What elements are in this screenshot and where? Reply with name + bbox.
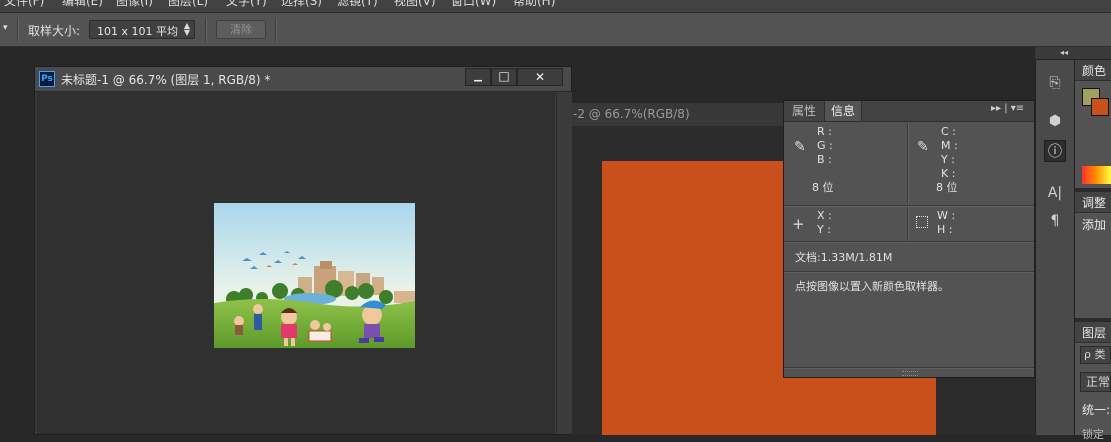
document-1-title: 未标题-1 @ 66.7% (图层 1, RGB/8) * <box>61 73 271 87</box>
blend-mode-select[interactable]: 正常 <box>1080 372 1111 392</box>
info-divider <box>784 367 1034 369</box>
unify-label: 统一: <box>1082 403 1111 417</box>
document-2-title: -2 @ 66.7%(RGB/8) <box>573 107 690 121</box>
info-divider <box>907 207 909 241</box>
options-separator <box>17 18 19 42</box>
rgb-depth-label: 8 位 <box>812 181 834 194</box>
rgb-r-label: R : <box>817 125 832 138</box>
photoshop-icon: Ps <box>39 71 55 87</box>
sample-size-value: 101 x 101 平均 <box>97 25 178 38</box>
panel-icon-strip: ⎘ ⬢ ⓘ A| ¶ <box>1035 60 1075 435</box>
info-icon[interactable]: ⓘ <box>1044 140 1066 162</box>
cmyk-y-label: Y : <box>941 153 955 166</box>
menu-select[interactable]: 选择(S) <box>281 0 322 9</box>
tab-properties[interactable]: 属性 <box>784 101 824 121</box>
layers-panel-title[interactable]: 图层 <box>1082 324 1106 341</box>
panel-menu-button[interactable]: ▸▸ | ▾≡ <box>991 103 1024 114</box>
character-icon[interactable]: A| <box>1044 182 1066 204</box>
adjustments-panel-title[interactable]: 调整 <box>1082 194 1106 211</box>
y-label: Y : <box>817 223 831 236</box>
document-1-titlebar[interactable]: Ps 未标题-1 @ 66.7% (图层 1, RGB/8) * ▁ □ ✕ <box>35 67 571 92</box>
menu-edit[interactable]: 编辑(E) <box>62 0 103 9</box>
eyedropper-icon: ✎ <box>794 139 806 155</box>
right-panels: 颜色 调整 添加 图层 ρ 类 正常 统一: 锁定 <box>1075 60 1111 441</box>
lock-label: 锁定 <box>1082 428 1104 441</box>
adjustments-add-label: 添加 <box>1082 218 1107 232</box>
options-separator <box>205 18 207 42</box>
crosshair-icon: + <box>792 215 805 233</box>
eyedropper-icon: ✎ <box>917 139 929 155</box>
cmyk-k-label: K : <box>941 167 956 180</box>
menu-bar: 文件(F) 编辑(E) 图像(I) 图层(L) 文字(Y) 选择(S) 滤镜(T… <box>0 0 1111 13</box>
paragraph-icon[interactable]: ¶ <box>1044 210 1066 232</box>
tab-info[interactable]: 信息 <box>824 101 862 121</box>
3d-icon[interactable]: ⬢ <box>1044 110 1066 132</box>
rgb-g-label: G : <box>817 139 833 152</box>
dock-collapse-button[interactable]: ◂◂ <box>1035 47 1111 60</box>
menu-file[interactable]: 文件(F) <box>4 0 44 9</box>
menu-image[interactable]: 图像(I) <box>116 0 153 9</box>
info-divider <box>784 205 1034 207</box>
cmyk-depth-label: 8 位 <box>936 181 958 194</box>
rgb-b-label: B : <box>817 153 832 166</box>
menu-layer[interactable]: 图层(L) <box>168 0 208 9</box>
menu-type[interactable]: 文字(Y) <box>226 0 267 9</box>
cmyk-m-label: M : <box>941 139 958 152</box>
maximize-button[interactable]: □ <box>491 68 517 86</box>
info-panel-tabs: 属性 信息 ▸▸ | ▾≡ <box>784 101 1034 122</box>
document-size: 文档:1.33M/1.81M <box>795 251 893 264</box>
w-label: W : <box>937 209 956 222</box>
sample-size-label: 取样大小: <box>28 24 81 38</box>
info-divider <box>907 123 909 203</box>
select-arrows-icon: ▲ ▼ <box>183 21 190 37</box>
sample-size-select[interactable]: 101 x 101 平均 ▲ ▼ <box>89 20 195 39</box>
background-color-swatch[interactable] <box>1091 98 1109 116</box>
info-hint: 点按图像以置入新颜色取样器。 <box>795 280 949 293</box>
info-panel[interactable]: 属性 信息 ▸▸ | ▾≡ ✎ R : G : B : 8 位 ✎ C : M … <box>783 100 1035 378</box>
clear-button[interactable]: 清除 <box>216 20 266 39</box>
menu-view[interactable]: 视图(V) <box>394 0 436 9</box>
x-label: X : <box>817 209 832 222</box>
adjustments-panel-header: 调整 <box>1075 192 1111 213</box>
info-divider <box>784 241 1034 243</box>
color-panel-title[interactable]: 颜色 <box>1082 62 1106 79</box>
layers-panel-header: 图层 <box>1075 322 1111 343</box>
vertical-scrollbar[interactable] <box>556 92 572 434</box>
color-ramp[interactable] <box>1082 166 1111 184</box>
canvas-illustration[interactable] <box>214 203 415 348</box>
history-icon[interactable]: ⎘ <box>1044 72 1066 94</box>
cmyk-c-label: C : <box>941 125 956 138</box>
selection-size-icon <box>916 216 928 228</box>
options-separator <box>275 18 277 42</box>
info-divider <box>784 271 1034 273</box>
close-button[interactable]: ✕ <box>517 68 563 86</box>
menu-filter[interactable]: 滤镜(T) <box>337 0 378 9</box>
minimize-button[interactable]: ▁ <box>465 68 491 86</box>
h-label: H : <box>937 223 953 236</box>
options-bar: ▾ 取样大小: 101 x 101 平均 ▲ ▼ 清除 <box>0 13 1111 47</box>
layers-filter-search[interactable]: ρ 类 <box>1080 346 1111 364</box>
menu-help[interactable]: 帮助(H) <box>513 0 555 9</box>
color-panel-header: 颜色 <box>1075 60 1111 81</box>
menu-window[interactable]: 窗口(W) <box>451 0 496 9</box>
panel-resize-grip[interactable] <box>902 371 918 376</box>
collapse-icon: ◂◂ <box>1060 48 1069 57</box>
tool-preset-dropdown[interactable]: ▾ <box>3 23 8 33</box>
